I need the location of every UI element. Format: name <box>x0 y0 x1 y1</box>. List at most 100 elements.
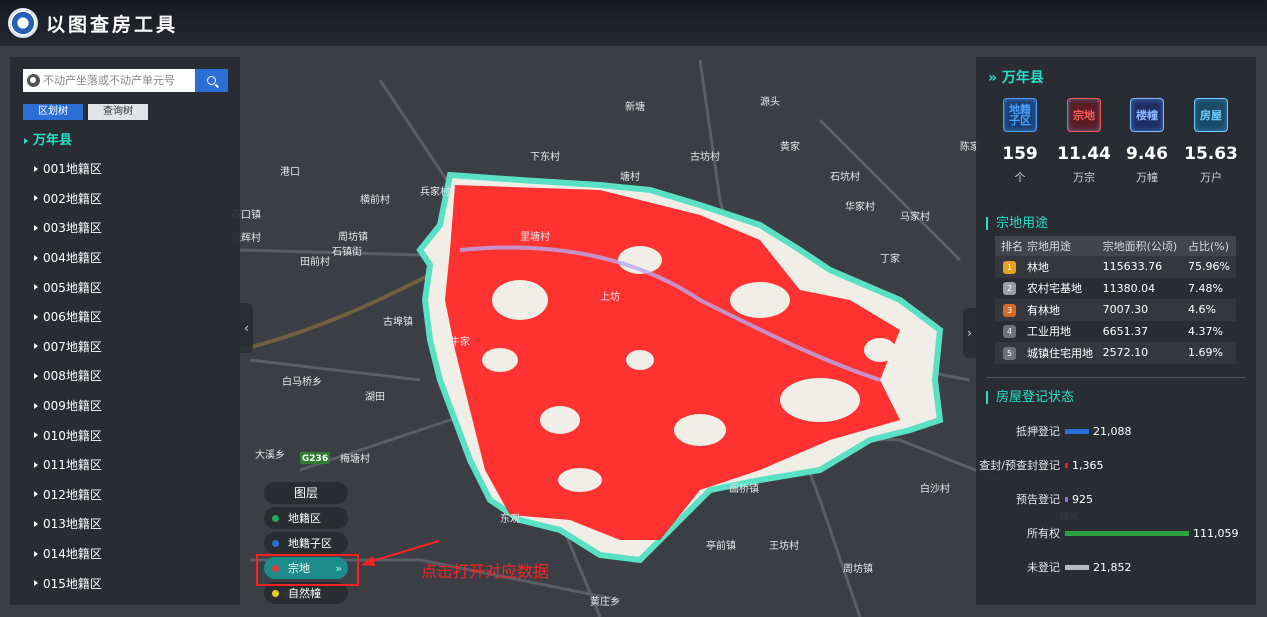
registration-value: 21,852 <box>1093 560 1132 574</box>
caret-right-icon <box>34 165 38 172</box>
layer-color-dot <box>272 514 279 522</box>
tree-item-label: 007地籍区 <box>43 339 102 354</box>
search-input[interactable] <box>43 74 193 87</box>
tree-item[interactable]: 015地籍区 <box>34 568 102 598</box>
stat-unit: 个 <box>1014 171 1026 184</box>
search-button[interactable] <box>195 69 228 92</box>
rank-badge-icon: 1 <box>1003 260 1016 274</box>
usage-area: 7007.30 <box>1102 299 1188 321</box>
map-place-label: 下东村 <box>530 150 560 163</box>
registration-bar <box>1065 564 1089 570</box>
usage-area: 115633.76 <box>1102 256 1188 278</box>
tree-item[interactable]: 001地籍区 <box>34 154 102 184</box>
tree-item-label: 003地籍区 <box>43 221 102 236</box>
map-place-label: 上坊 <box>600 290 620 303</box>
collapse-right-panel-button[interactable]: › <box>963 308 976 358</box>
tree-item[interactable]: 014地籍区 <box>34 539 102 569</box>
tree-item[interactable]: 002地籍区 <box>34 184 102 214</box>
tree-item-label: 001地籍区 <box>43 162 102 177</box>
left-panel: 区划树 查询树 万年县 001地籍区 002地籍区 003地籍区 004地籍区 005地… <box>10 57 240 605</box>
layer-item-label: 地籍区 <box>288 512 321 525</box>
divider <box>986 377 1246 378</box>
map-place-label: 周坊镇 <box>338 230 368 243</box>
usage-name: 城镇住宅用地 <box>1027 342 1103 364</box>
usage-name: 工业用地 <box>1027 325 1072 339</box>
caret-right-icon <box>34 254 38 261</box>
usage-row: 2 农村宅基地 11380.04 7.48% <box>995 278 1236 300</box>
tree-item-label: 005地籍区 <box>43 280 102 295</box>
usage-name: 林地 <box>1027 256 1103 278</box>
caret-right-icon <box>34 520 38 527</box>
stat-unit: 万户 <box>1200 171 1222 184</box>
collapse-left-panel-button[interactable]: ‹ <box>240 303 253 353</box>
tree-item[interactable]: 011地籍区 <box>34 450 102 480</box>
tab-query-tree[interactable]: 查询树 <box>88 104 148 120</box>
layer-item[interactable]: 地籍区 <box>264 507 348 529</box>
chevron-left-icon: ‹ <box>244 321 249 335</box>
map-place-label: 港口 <box>280 166 300 178</box>
tree-item[interactable]: 013地籍区 <box>34 509 102 539</box>
usage-header-cell: 宗地用途 <box>1027 236 1103 256</box>
tree-item[interactable]: 009地籍区 <box>34 391 102 421</box>
tree-item-label: 002地籍区 <box>43 191 102 206</box>
registration-row: 所有权 111,059 <box>976 526 1239 541</box>
tree-item[interactable]: 003地籍区 <box>34 213 102 243</box>
registration-row: 查封/预查封登记 1,365 <box>976 458 1104 473</box>
tree-item[interactable]: 007地籍区 <box>34 332 102 362</box>
map-place-label: 王坊村 <box>769 539 799 552</box>
usage-header-cell: 宗地面积(公顷) <box>1102 236 1188 256</box>
map-place-label: 石镇街 <box>332 245 362 258</box>
right-panel-title: » 万年县 <box>988 67 1044 87</box>
tree-tabs: 区划树 查询树 <box>23 104 148 120</box>
map-place-label: 兵家村 <box>420 185 450 198</box>
caret-right-icon <box>34 224 38 231</box>
rank-badge-icon: 4 <box>1003 325 1016 339</box>
tree-item-label: 010地籍区 <box>43 428 102 443</box>
registration-row: 预告登记 925 <box>976 492 1093 507</box>
rank-badge-icon: 2 <box>1003 282 1016 296</box>
caret-right-icon <box>34 550 38 557</box>
registration-label: 预告登记 <box>1016 493 1060 506</box>
tree-item[interactable]: 008地籍区 <box>34 361 102 391</box>
stat-value: 159 <box>1002 144 1038 164</box>
right-panel-title-label: 万年县 <box>1001 70 1044 86</box>
tree-item-label: 012地籍区 <box>43 487 102 502</box>
tree-item[interactable]: 006地籍区 <box>34 302 102 332</box>
rank-badge-icon: 3 <box>1003 303 1016 317</box>
annotation-text: 点击打开对应数据 <box>421 562 550 581</box>
tree-item[interactable]: 010地籍区 <box>34 420 102 450</box>
app-title: 以图查房工具 <box>46 13 179 36</box>
search-icon <box>207 76 216 85</box>
map-place-label: 丁家 <box>880 252 900 265</box>
tree-item[interactable]: 004地籍区 <box>34 243 102 273</box>
map-place-label: 横前村 <box>360 193 390 206</box>
usage-row: 5 城镇住宅用地 2572.10 1.69% <box>995 342 1236 364</box>
tree-item-label: 011地籍区 <box>43 458 102 473</box>
map-place-label: 塘村 <box>620 170 640 183</box>
app-header: 以图查房工具 <box>0 0 1267 46</box>
tab-district-tree[interactable]: 区划树 <box>23 104 83 120</box>
layer-item-label: 地籍子区 <box>288 537 332 550</box>
usage-row: 3 有林地 7007.30 4.6% <box>995 299 1236 321</box>
tree-item[interactable]: 012地籍区 <box>34 480 102 510</box>
map-place-label: 白沙村 <box>920 482 950 495</box>
map-place-label: 黄家 <box>780 140 800 153</box>
tree-item[interactable]: 005地籍区 <box>34 272 102 302</box>
usage-area: 2572.10 <box>1102 342 1188 364</box>
stat-card: 地籍 子区 159 个 <box>990 98 1050 185</box>
layer-color-dot <box>272 539 279 547</box>
map-place-label: 田前村 <box>300 255 330 268</box>
registration-value: 1,365 <box>1072 458 1104 472</box>
caret-right-icon <box>34 402 38 409</box>
stat-icon: 楼幢 <box>1130 98 1164 132</box>
tree-list: 001地籍区 002地籍区 003地籍区 004地籍区 005地籍区 006地籍区 007地… <box>34 154 102 598</box>
layer-item[interactable]: 地籍子区 <box>264 532 348 554</box>
registration-row: 未登记 21,852 <box>976 560 1132 575</box>
registration-value: 925 <box>1072 492 1093 506</box>
caret-right-icon <box>34 580 38 587</box>
tree-root-node[interactable]: 万年县 <box>24 129 72 148</box>
stat-value: 9.46 <box>1126 144 1168 164</box>
registration-value: 21,088 <box>1093 424 1132 438</box>
map-place-label: 古坊村 <box>690 150 720 163</box>
usage-name: 有林地 <box>1027 299 1103 321</box>
